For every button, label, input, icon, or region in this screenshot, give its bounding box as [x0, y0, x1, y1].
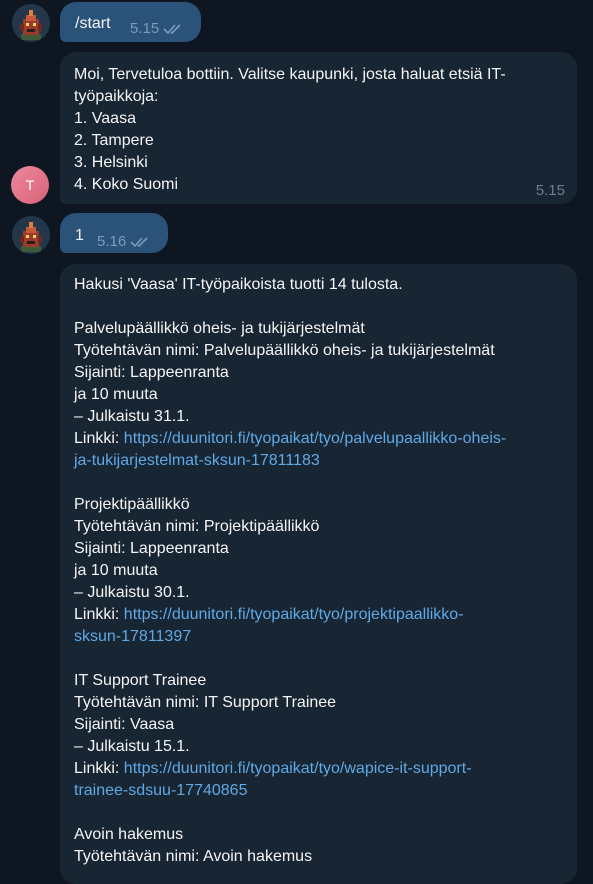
link-label: Linkki:	[74, 430, 124, 447]
user-avatar-icon[interactable]	[12, 4, 50, 42]
job-location: Sijainti: Vaasa	[74, 716, 175, 733]
job-link[interactable]: https://duunitori.fi/tyopaikat/tyo/wapic…	[124, 760, 472, 777]
double-check-icon	[130, 237, 148, 248]
link-label: Linkki:	[74, 760, 124, 777]
job-listing: Palvelupäällikkö oheis- ja tukijärjestel…	[74, 318, 569, 472]
job-location: Sijainti: Lappeenranta	[74, 540, 229, 557]
job-title: Projektipäällikkö	[74, 496, 190, 513]
message-text: 1	[75, 227, 84, 244]
job-listing: Projektipäällikkö Työtehtävän nimi: Proj…	[74, 494, 569, 648]
job-name-line: Työtehtävän nimi: Palvelupäällikkö oheis…	[74, 342, 495, 359]
link-label: Linkki:	[74, 606, 124, 623]
message-time: 5.16	[97, 233, 127, 250]
message-bubble-incoming[interactable]: Hakusi 'Vaasa' IT-työpaikoista tuotti 14…	[60, 264, 577, 884]
job-published: – Julkaistu 30.1.	[74, 584, 190, 601]
message-line: 2. Tampere	[74, 132, 154, 149]
job-name-line: Työtehtävän nimi: Projektipäällikkö	[74, 518, 320, 535]
pixel-character-avatar-icon	[12, 216, 50, 254]
message-time: 5.15	[535, 182, 565, 199]
message-meta: 5.15	[130, 18, 185, 40]
job-title: IT Support Trainee	[74, 672, 207, 689]
message-line: 3. Helsinki	[74, 154, 148, 171]
message-line: työpaikkoja:	[74, 88, 159, 105]
double-check-icon	[163, 24, 181, 35]
message-body: Moi, Tervetuloa bottiin. Valitse kaupunk…	[74, 64, 506, 196]
message-bubble-outgoing[interactable]: /start 5.15	[60, 2, 201, 42]
job-link[interactable]: https://duunitori.fi/tyopaikat/tyo/palve…	[124, 430, 506, 447]
job-title: Palvelupäällikkö oheis- ja tukijärjestel…	[74, 320, 365, 337]
bot-avatar[interactable]: T	[11, 166, 49, 204]
job-location: Sijainti: Lappeenranta	[74, 364, 229, 381]
message-line: 1. Vaasa	[74, 110, 136, 127]
job-link-row: Linkki: https://duunitori.fi/tyopaikat/t…	[74, 758, 569, 780]
job-name-line: Työtehtävän nimi: Avoin hakemus	[74, 848, 313, 865]
message-meta: 5.16	[97, 231, 152, 253]
job-extra-locations: ja 10 muuta	[74, 386, 158, 403]
job-extra-locations: ja 10 muuta	[74, 562, 158, 579]
job-listing: IT Support Trainee Työtehtävän nimi: IT …	[74, 670, 569, 802]
job-name-line: Työtehtävän nimi: IT Support Trainee	[74, 694, 337, 711]
search-results-body: Hakusi 'Vaasa' IT-työpaikoista tuotti 14…	[74, 274, 569, 868]
job-published: – Julkaistu 15.1.	[74, 738, 190, 755]
message-line: 4. Koko Suomi	[74, 176, 179, 193]
bot-avatar-letter: T	[25, 177, 35, 193]
job-link-continued[interactable]: ja-tukijarjestelmat-sksun-17811183	[74, 450, 569, 472]
message-bubble-incoming[interactable]: Moi, Tervetuloa bottiin. Valitse kaupunk…	[60, 52, 577, 204]
message-bubble-outgoing[interactable]: 1 5.16	[60, 213, 168, 253]
job-link-row: Linkki: https://duunitori.fi/tyopaikat/t…	[74, 428, 569, 450]
message-time: 5.15	[130, 20, 160, 37]
results-summary: Hakusi 'Vaasa' IT-työpaikoista tuotti 14…	[74, 276, 403, 293]
message-line: Moi, Tervetuloa bottiin. Valitse kaupunk…	[74, 66, 506, 83]
job-title: Avoin hakemus	[74, 826, 184, 843]
job-link-row: Linkki: https://duunitori.fi/tyopaikat/t…	[74, 604, 569, 626]
job-listing: Avoin hakemus Työtehtävän nimi: Avoin ha…	[74, 824, 569, 868]
message-text: /start	[75, 15, 111, 32]
job-link-continued[interactable]: sksun-17811397	[74, 626, 569, 648]
job-link[interactable]: https://duunitori.fi/tyopaikat/tyo/proje…	[124, 606, 464, 623]
job-published: – Julkaistu 31.1.	[74, 408, 190, 425]
pixel-character-avatar-icon	[12, 4, 50, 42]
job-link-continued[interactable]: trainee-sdsuu-17740865	[74, 780, 569, 802]
user-avatar-icon[interactable]	[12, 216, 50, 254]
